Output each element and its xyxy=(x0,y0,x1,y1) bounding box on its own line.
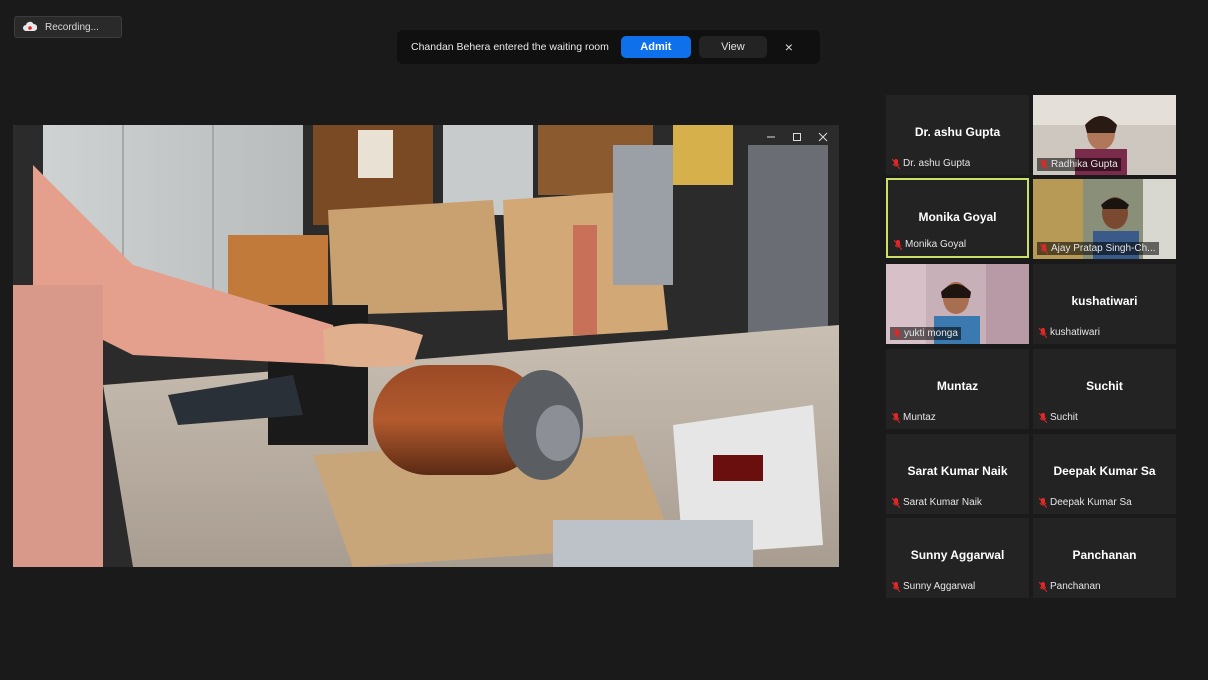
participant-tile-active-speaker[interactable]: Monika Goyal Monika Goyal xyxy=(886,178,1029,258)
participant-name-label: Panchanan xyxy=(1039,581,1101,592)
participant-name-label: kushatiwari xyxy=(1039,327,1100,338)
video-window-controls xyxy=(765,131,829,143)
recording-label: Recording... xyxy=(45,21,99,33)
participant-tile[interactable]: Suchit Suchit xyxy=(1033,349,1176,429)
participant-tile[interactable]: Radhika Gupta xyxy=(1033,95,1176,175)
participant-name-label: Sunny Aggarwal xyxy=(892,581,975,592)
participant-tile[interactable]: Deepak Kumar Sa Deepak Kumar Sa xyxy=(1033,434,1176,514)
participant-name-label: Deepak Kumar Sa xyxy=(1039,497,1132,508)
view-button[interactable]: View xyxy=(698,36,767,58)
maximize-icon[interactable] xyxy=(791,131,803,143)
participant-display-name: Monika Goyal xyxy=(918,210,997,224)
participant-display-name: Deepak Kumar Sa xyxy=(1053,464,1156,478)
muted-mic-icon xyxy=(1040,159,1048,170)
muted-mic-icon xyxy=(892,158,900,169)
shared-video-feed[interactable] xyxy=(13,125,839,567)
participant-name-label: Sarat Kumar Naik xyxy=(892,497,982,508)
cloud-recording-icon xyxy=(23,20,37,34)
participant-display-name: Muntaz xyxy=(936,379,979,393)
minimize-icon[interactable] xyxy=(765,131,777,143)
participant-tile[interactable]: Muntaz Muntaz xyxy=(886,349,1029,429)
participant-name-label: yukti monga xyxy=(890,327,961,340)
participant-display-name: Sunny Aggarwal xyxy=(910,548,1005,562)
muted-mic-icon xyxy=(892,581,900,592)
close-notification-button[interactable]: × xyxy=(781,39,797,55)
participant-tile[interactable]: yukti monga xyxy=(886,264,1029,344)
muted-mic-icon xyxy=(1039,497,1047,508)
muted-mic-icon xyxy=(893,328,901,339)
participant-tile[interactable]: Panchanan Panchanan xyxy=(1033,518,1176,598)
participant-tile[interactable]: kushatiwari kushatiwari xyxy=(1033,264,1176,344)
participant-display-name: Sarat Kumar Naik xyxy=(907,464,1008,478)
participant-tile[interactable]: Ajay Pratap Singh-Ch... xyxy=(1033,179,1176,259)
waiting-room-notification: Chandan Behera entered the waiting room … xyxy=(397,30,820,64)
notification-message: Chandan Behera entered the waiting room xyxy=(411,41,609,53)
close-icon: × xyxy=(784,39,793,55)
participant-name-label: Dr. ashu Gupta xyxy=(892,158,970,169)
muted-mic-icon xyxy=(1039,327,1047,338)
admit-button[interactable]: Admit xyxy=(620,36,691,58)
video-scene-illustration xyxy=(13,125,839,567)
muted-mic-icon xyxy=(892,412,900,423)
recording-indicator[interactable]: Recording... xyxy=(14,16,122,38)
participant-name-label: Monika Goyal xyxy=(894,239,966,250)
participant-name-label: Suchit xyxy=(1039,412,1078,423)
participant-display-name: kushatiwari xyxy=(1071,294,1138,308)
muted-mic-icon xyxy=(1039,412,1047,423)
close-window-icon[interactable] xyxy=(817,131,829,143)
muted-mic-icon xyxy=(1039,581,1047,592)
participant-tile[interactable]: Sarat Kumar Naik Sarat Kumar Naik xyxy=(886,434,1029,514)
participant-name-label: Ajay Pratap Singh-Ch... xyxy=(1037,242,1159,255)
muted-mic-icon xyxy=(1040,243,1048,254)
muted-mic-icon xyxy=(892,497,900,508)
participant-tile[interactable]: Dr. ashu Gupta Dr. ashu Gupta xyxy=(886,95,1029,175)
participant-display-name: Dr. ashu Gupta xyxy=(914,125,1001,139)
participant-tile[interactable]: Sunny Aggarwal Sunny Aggarwal xyxy=(886,518,1029,598)
participant-name-label: Radhika Gupta xyxy=(1037,158,1121,171)
participant-name-label: Muntaz xyxy=(892,412,936,423)
participant-display-name: Panchanan xyxy=(1072,548,1137,562)
participant-display-name: Suchit xyxy=(1086,379,1123,393)
muted-mic-icon xyxy=(894,239,902,250)
